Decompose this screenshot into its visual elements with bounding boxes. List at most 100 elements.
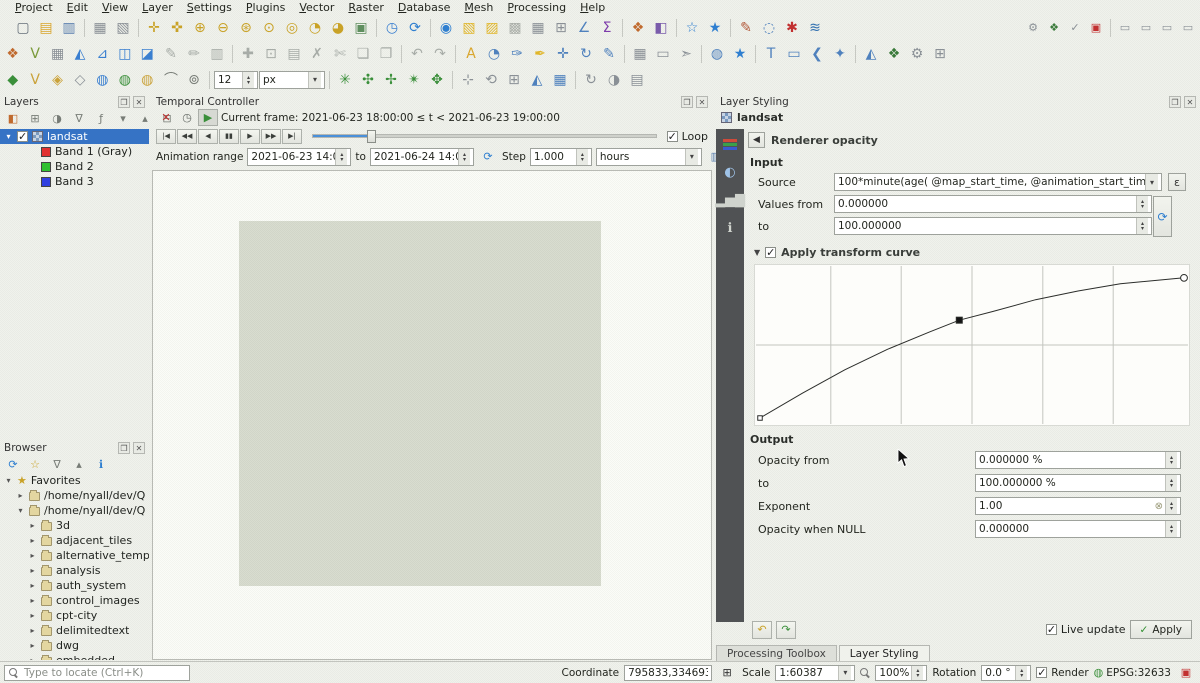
transform-curve-checkbox[interactable] [765, 247, 776, 258]
window-close-all-icon[interactable]: ▭ [1157, 19, 1177, 36]
refresh-browser-icon[interactable]: ⟳ [3, 456, 23, 473]
temporal-controller-panel-icon[interactable]: ◷ [381, 17, 403, 39]
expander-icon[interactable]: ▸ [28, 656, 37, 660]
undock-panel-icon[interactable]: ❐ [681, 96, 693, 108]
close-panel-icon[interactable]: ✕ [133, 442, 145, 454]
snapping-options-icon[interactable]: ⌒ [160, 69, 182, 91]
decoration-grid-icon[interactable]: ▦ [629, 43, 651, 65]
grass-toolbar-icon[interactable]: ❖ [883, 43, 905, 65]
add-favorite-icon[interactable]: ☆ [25, 456, 45, 473]
chevron-down-icon[interactable]: ▾ [685, 149, 698, 165]
undock-panel-icon[interactable]: ❐ [118, 442, 130, 454]
filter-by-expression-icon[interactable]: ƒ [91, 110, 111, 127]
locate-input[interactable]: Type to locate (Ctrl+K) [4, 665, 190, 681]
open-data-source-manager-icon[interactable]: ❖ [2, 43, 23, 65]
curve-control-point[interactable] [1181, 274, 1188, 281]
new-project-icon[interactable]: ▢ [12, 17, 34, 39]
field-calculator-icon[interactable]: ⊞ [550, 17, 572, 39]
deselect-all-icon[interactable]: ▩ [504, 17, 526, 39]
model-designer-icon[interactable]: ⊞ [929, 43, 951, 65]
select-by-expression-icon[interactable]: ▨ [481, 17, 503, 39]
copy-features-icon[interactable]: ❏ [352, 43, 374, 65]
step-unit-combo[interactable]: hours ▾ [596, 148, 702, 166]
step-input[interactable]: 1.000 ▴▾ [530, 148, 592, 166]
crs-status[interactable]: ◍ EPSG:32633 [1094, 666, 1171, 679]
pan-to-selection-icon[interactable]: ✜ [166, 17, 188, 39]
menu-edit[interactable]: Edit [60, 0, 95, 15]
statistical-summary-icon[interactable]: Σ [596, 17, 618, 39]
refresh-map-icon[interactable]: ⟳ [404, 17, 426, 39]
annotation-toolbar-icon[interactable]: ✎ [735, 17, 757, 39]
expander-icon[interactable]: ▸ [16, 491, 25, 500]
layer-labeling-icon[interactable]: A [460, 43, 482, 65]
move-label-icon[interactable]: ✛ [552, 43, 574, 65]
new-print-layout-icon[interactable]: ▦ [89, 17, 111, 39]
paste-features-icon[interactable]: ❐ [375, 43, 397, 65]
fixed-range-navigation-icon[interactable]: ◷ [177, 109, 197, 126]
zoom-next-icon[interactable]: ◕ [327, 17, 349, 39]
properties-widget-icon[interactable]: ℹ [91, 456, 111, 473]
map-tips-icon[interactable]: ◍ [706, 43, 728, 65]
offset-curve-icon[interactable]: ✥ [426, 69, 448, 91]
browser-item-alternative-temp[interactable]: ▸alternative_temp_ [0, 548, 149, 563]
coordinate-input[interactable]: 795833,3346936 [624, 665, 712, 681]
metasearch-icon[interactable]: ◌ [758, 17, 780, 39]
refresh-range-icon[interactable]: ⟳ [478, 148, 498, 165]
pin-labels-icon[interactable]: ✑ [506, 43, 528, 65]
processing-history-icon[interactable]: ⟲ [480, 69, 502, 91]
browser-item-cpt-city[interactable]: ▸cpt-city [0, 608, 149, 623]
menu-help[interactable]: Help [573, 0, 612, 15]
spin-buttons-icon[interactable]: ▴▾ [242, 72, 254, 88]
highlight-labels-icon[interactable]: ✒ [529, 43, 551, 65]
expand-all-icon[interactable]: ▾ [113, 110, 133, 127]
spin-buttons-icon[interactable]: ▴▾ [1136, 218, 1148, 234]
zoom-out-icon[interactable]: ⊖ [212, 17, 234, 39]
trace-digitizing-icon[interactable]: ✴ [403, 69, 425, 91]
expander-icon[interactable]: ▸ [28, 566, 37, 575]
add-delimited-text-layer-icon[interactable]: ⊿ [92, 43, 113, 65]
chevron-down-icon[interactable]: ▾ [308, 72, 321, 88]
play-forward-icon[interactable]: ▶ [240, 129, 260, 144]
preview-mode-icon[interactable]: ◑ [603, 69, 625, 91]
open-project-icon[interactable]: ▤ [35, 17, 57, 39]
histogram-icon[interactable]: ▂▅▇ [719, 189, 741, 211]
add-wms-layer-icon[interactable]: ◍ [92, 69, 113, 91]
live-update-checkbox-box[interactable] [1046, 624, 1057, 635]
band-rendering-icon[interactable] [719, 133, 741, 155]
expander-icon[interactable]: ▾ [16, 506, 25, 515]
menu-view[interactable]: View [95, 0, 135, 15]
undo-style-icon[interactable]: ↶ [752, 621, 772, 639]
add-vector-layer-icon[interactable]: V [24, 43, 45, 65]
data-source-manager-icon[interactable]: ❖ [627, 17, 649, 39]
expander-icon[interactable]: ▸ [28, 641, 37, 650]
scale-combo[interactable]: 1:60387 ▾ [775, 665, 855, 681]
spin-buttons-icon[interactable]: ▴▾ [911, 666, 923, 680]
transparency-icon[interactable]: ◐ [719, 161, 741, 183]
svg-annotation-icon[interactable]: ✦ [829, 43, 851, 65]
change-label-icon[interactable]: ✎ [598, 43, 620, 65]
loop-checkbox-box[interactable] [667, 131, 678, 142]
mesh-calculator-icon[interactable]: ◭ [526, 69, 548, 91]
spin-buttons-icon[interactable]: ▴▾ [1136, 196, 1148, 212]
layer-diagram-icon[interactable]: ◔ [483, 43, 505, 65]
decoration-north-arrow-icon[interactable]: ➣ [675, 43, 697, 65]
python-console-icon[interactable]: ≋ [804, 17, 826, 39]
vertex-tool-icon[interactable]: ⊡ [260, 43, 282, 65]
expander-icon[interactable]: ▾ [4, 476, 13, 485]
expander-icon[interactable]: ▸ [28, 626, 37, 635]
menu-vector[interactable]: Vector [292, 0, 341, 15]
vertex-editor-icon[interactable]: ✢ [380, 69, 402, 91]
filter-browser-icon[interactable]: ∇ [47, 456, 67, 473]
delete-selected-icon[interactable]: ✗ [306, 43, 328, 65]
window-cascade-icon[interactable]: ▭ [1136, 19, 1156, 36]
style-manager-icon[interactable]: ◧ [650, 17, 672, 39]
browser-item-embedded[interactable]: ▸embedded [0, 653, 149, 660]
html-annotation-icon[interactable]: ❮ [806, 43, 828, 65]
identify-features-icon[interactable]: ◉ [435, 17, 457, 39]
spin-buttons-icon[interactable]: ▴▾ [1165, 498, 1177, 514]
render-checkbox[interactable]: Render [1036, 667, 1088, 679]
rotate-label-icon[interactable]: ↻ [575, 43, 597, 65]
select-features-icon[interactable]: ▧ [458, 17, 480, 39]
menu-database[interactable]: Database [391, 0, 458, 15]
loop-checkbox[interactable]: Loop [667, 130, 708, 143]
